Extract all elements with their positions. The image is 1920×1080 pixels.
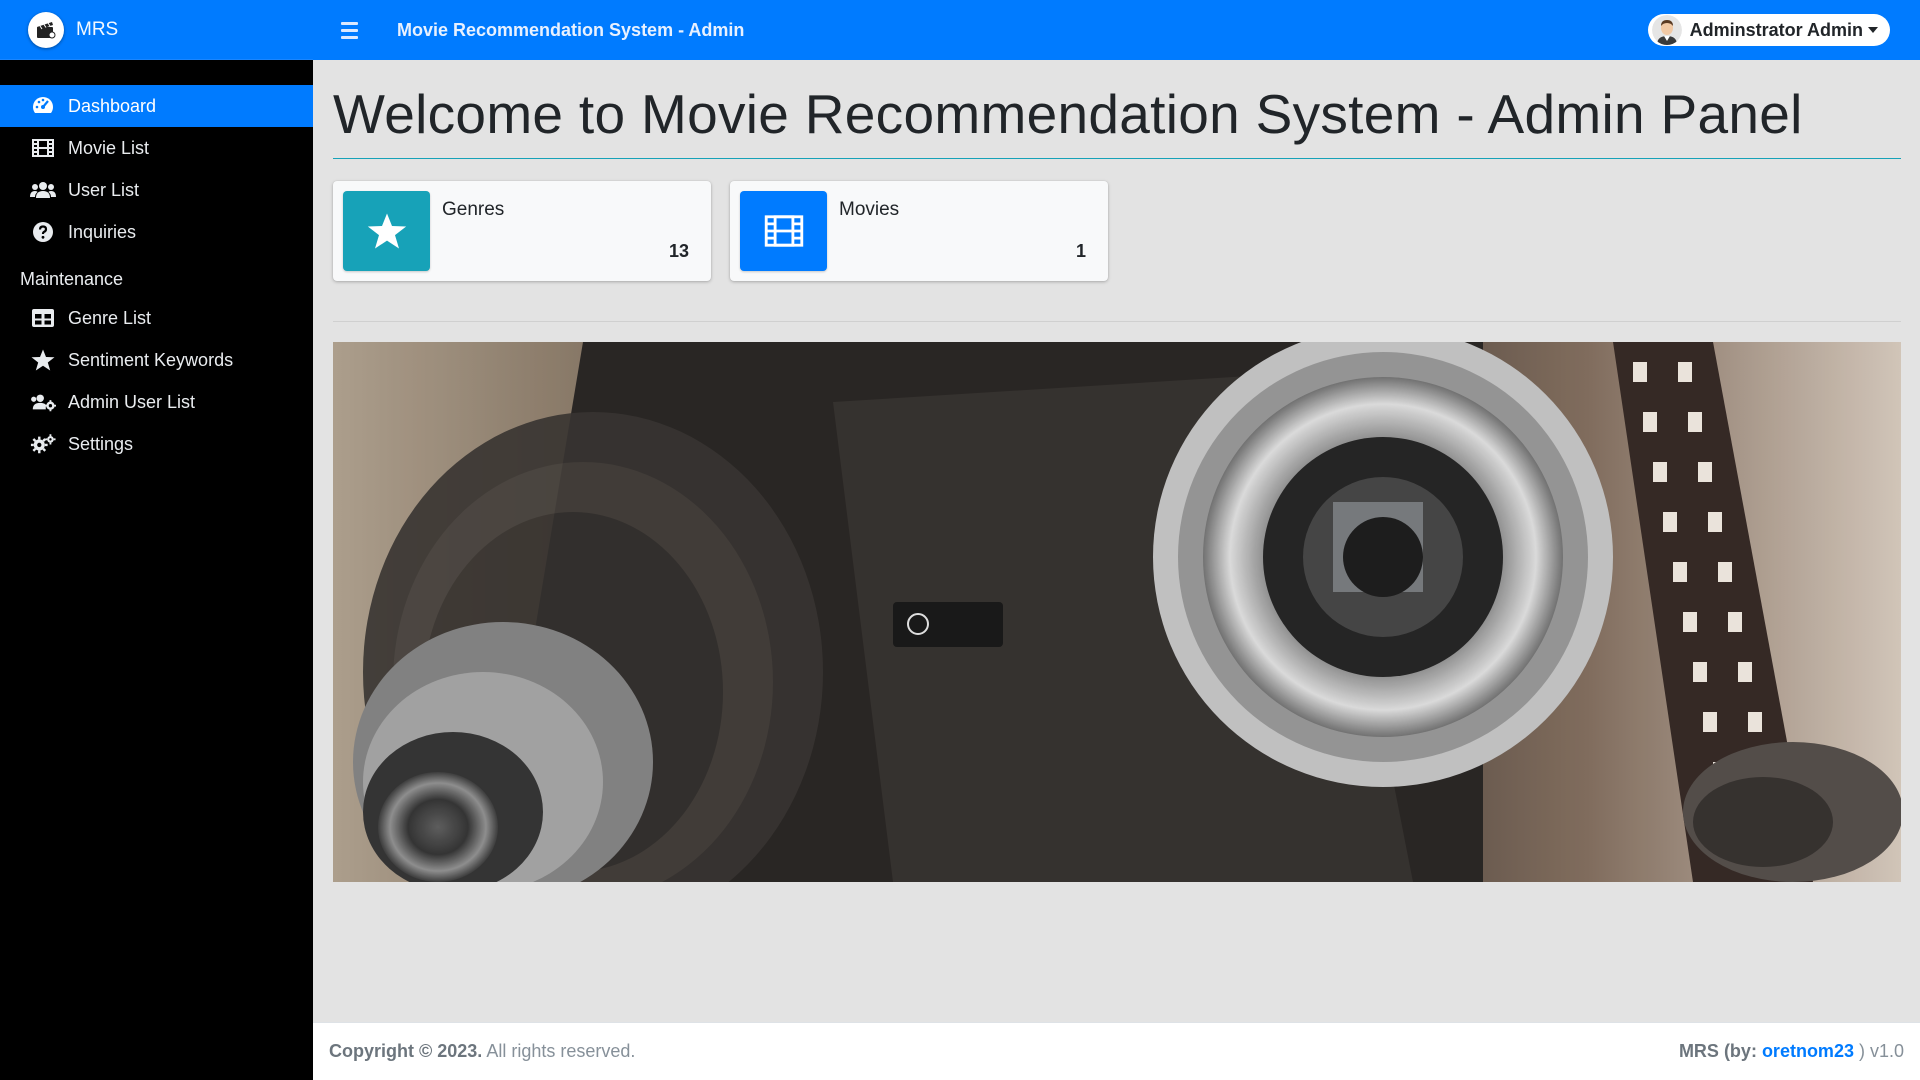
question-circle-icon (30, 220, 56, 244)
banner-image (333, 342, 1901, 882)
footer-copyright: Copyright © 2023. All rights reserved. (329, 1041, 635, 1062)
info-box-number: 1 (1075, 241, 1086, 261)
cogs-icon (30, 432, 56, 456)
user-name: Adminstrator Admin (1689, 19, 1863, 40)
star-icon (30, 348, 56, 372)
credits-prefix: MRS (by: (1678, 1041, 1762, 1061)
sidebar-item-label: Admin User List (68, 391, 196, 412)
brand-text: MRS (76, 18, 119, 40)
menu-toggle-icon[interactable] (341, 18, 365, 42)
sidebar-item-label: Inquiries (68, 221, 137, 242)
info-box-label: Movies (839, 199, 900, 220)
sidebar-item-inquiries[interactable]: Inquiries (0, 211, 313, 253)
footer-credits: MRS (by: oretnom23 ) v1.0 (1679, 1041, 1904, 1062)
sidebar-item-label: Genre List (68, 307, 152, 328)
film-icon (30, 136, 56, 160)
sidebar-item-movie-list[interactable]: Movie List (0, 127, 313, 169)
content-divider (333, 321, 1901, 322)
users-cog-icon (30, 390, 56, 414)
copyright-bold: Copyright © 2023. (329, 1041, 483, 1061)
avatar (1651, 15, 1682, 45)
top-navbar: Movie Recommendation System - Admin Admi… (313, 0, 1920, 60)
title-divider (333, 158, 1901, 159)
info-box-content: Movies 1 (827, 191, 1098, 271)
navbar-title: Movie Recommendation System - Admin (397, 19, 745, 40)
chevron-down-icon (1868, 27, 1878, 33)
author-link[interactable]: oretnom23 (1762, 1041, 1854, 1061)
page-title: Welcome to Movie Recommendation System -… (333, 83, 1803, 145)
sidebar: MRS Dashboard Movie List User List Inqui… (0, 0, 313, 1080)
copyright-rest: All rights reserved. (482, 1041, 636, 1061)
sidebar-item-sentiment-keywords[interactable]: Sentiment Keywords (0, 339, 313, 381)
sidebar-item-label: Sentiment Keywords (68, 349, 234, 370)
main-content: Welcome to Movie Recommendation System -… (313, 60, 1920, 1022)
sidebar-nav: Dashboard Movie List User List Inquiries… (0, 60, 313, 465)
sidebar-item-label: Movie List (68, 137, 150, 158)
user-menu-button[interactable]: Adminstrator Admin (1647, 14, 1890, 46)
credits-suffix: ) v1.0 (1853, 1041, 1904, 1061)
footer: Copyright © 2023. All rights reserved. M… (313, 1022, 1920, 1080)
sidebar-item-label: Dashboard (68, 95, 157, 116)
sidebar-item-settings[interactable]: Settings (0, 423, 313, 465)
sidebar-item-dashboard[interactable]: Dashboard (0, 85, 313, 127)
info-box-number: 13 (668, 241, 689, 261)
info-box-genres: Genres 13 (333, 181, 711, 281)
brand-logo-icon (28, 11, 64, 48)
info-box-content: Genres 13 (430, 191, 701, 271)
sidebar-item-admin-user-list[interactable]: Admin User List (0, 381, 313, 423)
sidebar-item-user-list[interactable]: User List (0, 169, 313, 211)
users-icon (30, 178, 56, 202)
tachometer-icon (30, 94, 56, 118)
sidebar-item-label: Settings (68, 433, 134, 454)
film-icon (740, 191, 827, 271)
brand-link[interactable]: MRS (0, 0, 313, 60)
info-box-label: Genres (442, 199, 505, 220)
sidebar-item-label: User List (68, 179, 140, 200)
table-icon (30, 306, 56, 330)
info-box-movies: Movies 1 (730, 181, 1108, 281)
sidebar-section-maintenance: Maintenance (20, 269, 124, 289)
star-icon (343, 191, 430, 271)
sidebar-item-genre-list[interactable]: Genre List (0, 297, 313, 339)
